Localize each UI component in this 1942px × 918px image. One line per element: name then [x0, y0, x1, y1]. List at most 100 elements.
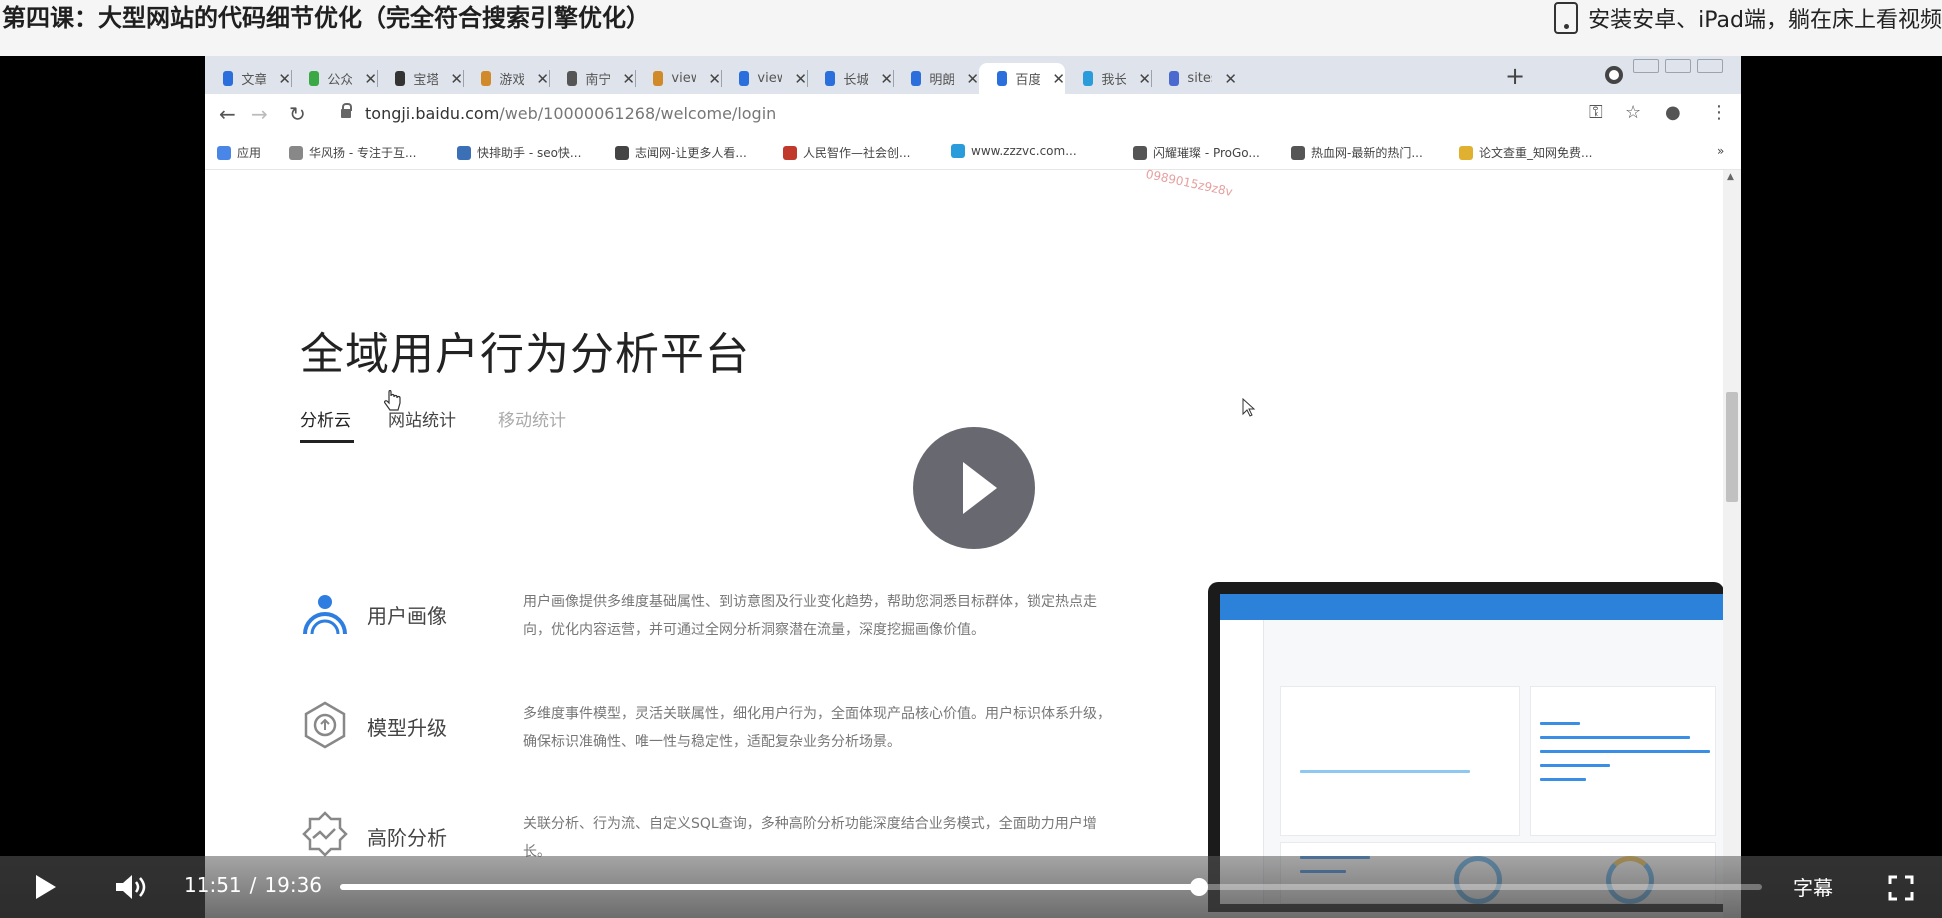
tab-separator — [721, 70, 722, 87]
dashboard-bar — [1300, 770, 1470, 773]
browser-tab[interactable]: 我长 ✕ — [1065, 63, 1151, 94]
tab-favicon-icon — [395, 71, 406, 86]
bookmark-item[interactable]: 论文查重_知网免费... — [1459, 144, 1592, 161]
tab-close-icon[interactable]: ✕ — [536, 70, 549, 88]
model-upgrade-icon — [304, 701, 346, 749]
feature-description: 用户画像提供多维度基础属性、到访意图及行业变化趋势，帮助您洞悉目标群体，锁定热点… — [523, 594, 1097, 638]
tab-separator — [635, 70, 636, 87]
tab-close-icon[interactable]: ✕ — [622, 70, 635, 88]
browser-tab[interactable]: 明朗 ✕ — [893, 63, 979, 94]
dashboard-bar — [1540, 778, 1586, 781]
feature-name: 用户画像 — [367, 604, 447, 628]
tab-label: 游戏 — [499, 73, 525, 88]
tab-favicon-icon — [911, 71, 922, 86]
bookmark-item[interactable]: 闪耀璀璨 - ProGo... — [1133, 144, 1260, 161]
tab-separator — [1151, 70, 1152, 87]
dashboard-topbar — [1220, 594, 1724, 620]
browser-tab[interactable]: view ✕ — [721, 63, 807, 94]
bookmark-favicon-icon — [1459, 145, 1473, 160]
site-tab[interactable]: 分析云 — [300, 406, 351, 431]
browser-tab[interactable]: 南宁 ✕ — [549, 63, 635, 94]
fullscreen-icon[interactable] — [1888, 875, 1914, 901]
arrow-cursor-icon — [1242, 398, 1256, 417]
browser-profile-icon — [1605, 66, 1623, 84]
apps-grid-icon — [217, 145, 231, 160]
tab-close-icon[interactable]: ✕ — [880, 70, 893, 88]
tab-close-icon[interactable]: ✕ — [794, 70, 807, 88]
bookmark-favicon-icon — [1133, 145, 1147, 160]
dashboard-bar — [1540, 750, 1710, 753]
account-icon: ● — [1665, 102, 1681, 123]
bookmarks-bar: 应用 华风扬 - 专注于互... 快排助手 - seo快... 志闻网-让更多人看..… — [205, 136, 1741, 170]
browser-tab[interactable]: 宝塔 ✕ — [377, 63, 463, 94]
play-button[interactable] — [36, 875, 56, 899]
bookmarks-overflow-icon: » — [1717, 144, 1725, 158]
tab-label: 我长 — [1101, 73, 1127, 88]
tab-close-icon[interactable]: ✕ — [364, 70, 377, 88]
browser-tab[interactable]: 长城 ✕ — [807, 63, 893, 94]
browser-tab[interactable]: 公众 ✕ — [291, 63, 377, 94]
tab-close-icon[interactable]: ✕ — [1138, 70, 1151, 88]
page-scrollbar: ▲ — [1723, 170, 1741, 918]
bookmark-favicon-icon — [457, 145, 471, 160]
browser-tab[interactable]: 游戏 ✕ — [463, 63, 549, 94]
duration: 19:36 — [264, 873, 323, 897]
browser-toolbar: ← → ↻ tongji.baidu.com/web/10000061268/w… — [205, 94, 1741, 136]
tab-label: 明朗 — [929, 73, 955, 88]
lock-icon — [341, 103, 352, 118]
url-host: tongji.baidu.com — [365, 104, 500, 123]
tab-close-icon[interactable]: ✕ — [966, 70, 979, 88]
tab-favicon-icon — [223, 71, 234, 86]
bookmark-favicon-icon — [783, 145, 797, 160]
browser-tab[interactable]: 百度 ✕ — [979, 63, 1065, 94]
bookmark-item[interactable]: 志闻网-让更多人看... — [615, 144, 747, 161]
bookmark-item[interactable]: 热血网-最新的热门... — [1291, 144, 1423, 161]
bookmark-item[interactable]: www.zzzvc.com... — [951, 144, 1077, 158]
hand-cursor-icon — [384, 390, 401, 411]
window-restore-icon — [1665, 59, 1691, 73]
tab-favicon-icon — [739, 71, 750, 86]
bookmark-item[interactable]: 人民智作—社会创... — [783, 144, 910, 161]
browser-tab[interactable]: 文章 ✕ — [205, 63, 291, 94]
bookmark-apps[interactable]: 应用 — [217, 144, 261, 161]
site-title: 全域用户行为分析平台 — [300, 329, 750, 380]
bookmark-favicon-icon — [615, 145, 629, 160]
video-player[interactable]: + 文章 ✕ 公众 ✕ 宝塔 ✕ 游戏 ✕ 南宁 ✕ view ✕ view ✕ 长城 ✕ 明朗 ✕ 百度 ✕ 我长 ✕ s… — [0, 56, 1942, 918]
advanced-analysis-icon — [302, 811, 348, 857]
scroll-up-icon: ▲ — [1727, 172, 1734, 182]
tab-label: sites — [1187, 71, 1212, 86]
tab-close-icon[interactable]: ✕ — [708, 70, 721, 88]
tab-favicon-icon — [653, 71, 664, 86]
new-tab-icon: + — [1505, 62, 1526, 90]
feature-name: 模型升级 — [367, 716, 447, 740]
browser-tab[interactable]: view ✕ — [635, 63, 721, 94]
tab-close-icon[interactable]: ✕ — [1052, 70, 1065, 88]
tab-separator — [463, 70, 464, 87]
tab-favicon-icon — [1169, 71, 1180, 86]
bookmark-label: 应用 — [237, 146, 262, 160]
volume-icon[interactable] — [114, 873, 150, 901]
dashboard-bar — [1540, 722, 1580, 725]
bookmark-favicon-icon — [951, 144, 965, 158]
progress-bar[interactable] — [340, 878, 1762, 896]
tab-separator — [377, 70, 378, 87]
forward-icon: → — [251, 102, 268, 126]
time-separator: / — [249, 873, 257, 897]
site-tab[interactable]: 移动统计 — [498, 406, 566, 431]
browser-tab[interactable]: sites ✕ — [1151, 63, 1237, 94]
install-app-link[interactable]: 安装安卓、iPad端，躺在床上看视频 — [1554, 2, 1942, 34]
bookmark-item[interactable]: 华风扬 - 专注于互... — [289, 144, 416, 161]
bookmark-item[interactable]: 快排助手 - seo快... — [457, 144, 581, 161]
progress-fill — [340, 884, 1199, 890]
tab-label: 宝塔 — [413, 73, 439, 88]
subtitle-button[interactable]: 字幕 — [1793, 872, 1833, 901]
big-play-button[interactable] — [913, 427, 1035, 549]
tab-close-icon[interactable]: ✕ — [450, 70, 463, 88]
tab-label: 公众 — [327, 73, 353, 88]
tab-favicon-icon — [567, 71, 578, 86]
tab-close-icon[interactable]: ✕ — [1224, 70, 1237, 88]
current-time: 11:51 — [184, 873, 242, 897]
tab-close-icon[interactable]: ✕ — [278, 70, 291, 88]
progress-handle[interactable] — [1190, 878, 1208, 896]
site-tab-underline — [300, 440, 354, 443]
